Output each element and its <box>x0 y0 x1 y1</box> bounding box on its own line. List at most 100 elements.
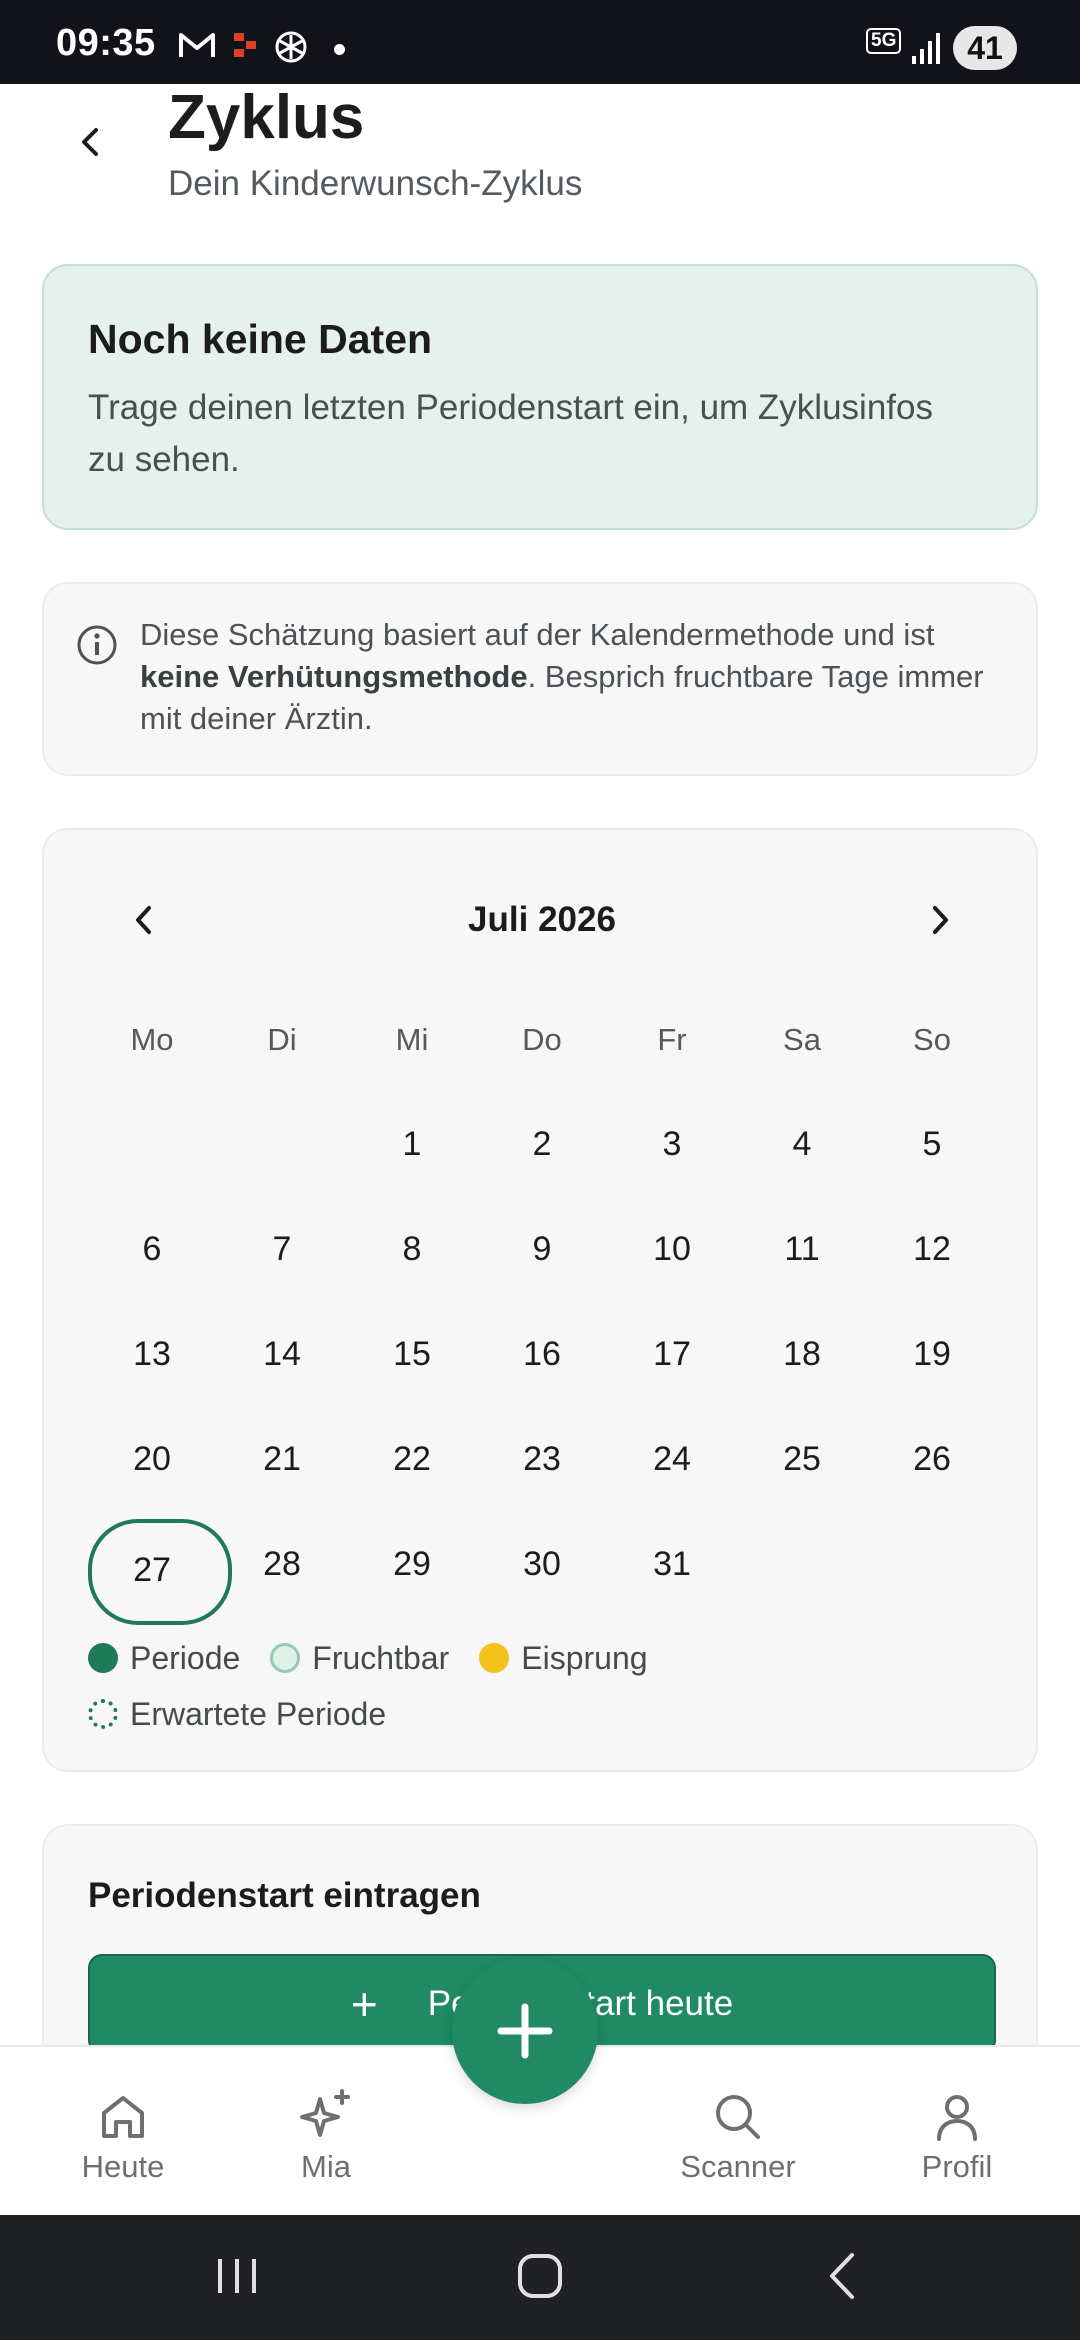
calendar-day-today[interactable]: 27 <box>87 1512 232 1625</box>
calendar-day[interactable]: 12 <box>867 1197 997 1302</box>
disclaimer-text-bold: keine Verhütungsmethode <box>140 659 528 694</box>
calendar-day[interactable]: 29 <box>347 1512 477 1617</box>
chevron-left-icon <box>82 128 98 156</box>
calendar-day[interactable]: 21 <box>217 1407 347 1512</box>
calendar-day-number: 31 <box>653 1545 691 1583</box>
calendar-day-number: 7 <box>272 1230 292 1268</box>
calendar-day[interactable]: 9 <box>477 1197 607 1302</box>
calendar-day-number: 11 <box>784 1230 820 1268</box>
calendar-day[interactable]: 31 <box>607 1512 737 1617</box>
calendar-day[interactable]: 18 <box>737 1302 867 1407</box>
calendar-day-number: 22 <box>393 1440 431 1478</box>
calendar-day-number: 24 <box>653 1440 691 1478</box>
calendar-day-number: 26 <box>913 1440 951 1478</box>
chevron-right-icon <box>933 906 948 934</box>
gmail-icon <box>179 33 215 57</box>
calendar-day[interactable]: 4 <box>737 1092 867 1197</box>
calendar-days-grid: 1 2 3 4 5 6 7 8 9 10 11 12 13 14 15 16 17 18 19 20 21 22 23 24 2… <box>87 1092 997 1625</box>
legend-periode: Periode <box>88 1640 240 1677</box>
calendar-empty-cell <box>217 1092 347 1197</box>
home-button-icon[interactable] <box>515 2251 565 2301</box>
weekday-label: Sa <box>783 1022 821 1057</box>
legend-label: Eisprung <box>521 1639 648 1676</box>
status-bar: 09:35 5G 41 <box>0 0 1080 84</box>
legend-eisprung: Eisprung <box>479 1639 648 1677</box>
calendar-day[interactable]: 20 <box>87 1407 217 1512</box>
calendar-day[interactable]: 22 <box>347 1407 477 1512</box>
nav-item-scanner[interactable]: Scanner <box>648 2077 828 2185</box>
weekday-label: Fr <box>657 1022 687 1057</box>
calendar-day[interactable]: 16 <box>477 1302 607 1407</box>
calendar-day[interactable]: 2 <box>477 1092 607 1197</box>
calendar-day[interactable]: 24 <box>607 1407 737 1512</box>
calendar-day-number: 16 <box>523 1335 561 1373</box>
nav-item-profil[interactable]: Profil <box>867 2077 1047 2185</box>
disclaimer-text-start: Diese Schätzung basiert auf der Kalender… <box>140 617 935 652</box>
calendar-day-number: 21 <box>263 1440 301 1478</box>
calendar-day-number: 23 <box>523 1440 561 1478</box>
add-fab-button[interactable] <box>452 1958 598 2104</box>
calendar-day-number: 29 <box>393 1545 431 1583</box>
page-title: Zyklus <box>168 83 365 152</box>
calendar-day[interactable]: 19 <box>867 1302 997 1407</box>
disclaimer-card: Diese Schätzung basiert auf der Kalender… <box>42 582 1038 776</box>
calendar-legend: Periode Fruchtbar Eisprung Erwartete Per… <box>88 1630 1008 1742</box>
calendar-day[interactable]: 25 <box>737 1407 867 1512</box>
calendar-day[interactable]: 1 <box>347 1092 477 1197</box>
calendar-day[interactable]: 30 <box>477 1512 607 1617</box>
calendar-day-number: 19 <box>913 1335 951 1373</box>
legend-label: Erwartete Periode <box>130 1695 387 1732</box>
info-icon <box>77 625 117 665</box>
nav-label-profil: Profil <box>921 2149 993 2184</box>
page-subtitle: Dein Kinderwunsch-Zyklus <box>168 164 583 203</box>
signal-icon <box>912 33 940 64</box>
back-nav-icon[interactable] <box>822 2251 862 2301</box>
calendar-day-number: 12 <box>913 1230 951 1268</box>
calendar-day[interactable]: 17 <box>607 1302 737 1407</box>
calendar-day-number: 6 <box>142 1230 162 1268</box>
calendar-day[interactable]: 14 <box>217 1302 347 1407</box>
calendar-day[interactable]: 23 <box>477 1407 607 1512</box>
legend-label: Periode <box>130 1639 241 1676</box>
calendar-day-number: 1 <box>402 1125 422 1163</box>
nav-label-scanner: Scanner <box>680 2149 796 2184</box>
calendar-day-number: 2 <box>532 1125 552 1163</box>
calendar-card: Juli 2026 Mo Di Mi Do Fr Sa So 123456789… <box>42 828 1038 1772</box>
nav-item-mia[interactable]: Mia <box>236 2077 416 2185</box>
weekday-label: So <box>913 1022 951 1057</box>
calendar-day[interactable]: 3 <box>607 1092 737 1197</box>
plus-icon <box>497 2003 553 2059</box>
nav-label-mia: Mia <box>301 2149 351 2184</box>
calendar-day-number: 15 <box>393 1335 431 1373</box>
notification-dot <box>334 44 345 55</box>
calendar-day-number: 28 <box>263 1545 301 1583</box>
recent-apps-icon[interactable] <box>214 2251 260 2301</box>
plus-icon: + <box>350 1978 378 2030</box>
calendar-day-number: 9 <box>532 1230 552 1268</box>
calendar-day[interactable]: 15 <box>347 1302 477 1407</box>
period-entry-title: Periodenstart eintragen <box>88 1876 481 1915</box>
calendar-day[interactable]: 10 <box>607 1197 737 1302</box>
battery-indicator: 41 <box>953 26 1017 70</box>
calendar-day-number: 13 <box>133 1335 171 1373</box>
system-navigation-bar <box>0 2215 1080 2340</box>
calendar-day[interactable]: 26 <box>867 1407 997 1512</box>
empty-state-card: Noch keine Daten Trage deinen letzten Pe… <box>42 264 1038 530</box>
calendar-day[interactable]: 7 <box>217 1197 347 1302</box>
calendar-day[interactable]: 11 <box>737 1197 867 1302</box>
status-time: 09:35 <box>56 22 156 64</box>
calendar-day[interactable]: 13 <box>87 1302 217 1407</box>
calendar-day[interactable]: 8 <box>347 1197 477 1302</box>
calendar-day-number: 3 <box>662 1125 682 1163</box>
calendar-day[interactable]: 5 <box>867 1092 997 1197</box>
calendar-day[interactable]: 6 <box>87 1197 217 1302</box>
nav-item-heute[interactable]: Heute <box>33 2077 213 2185</box>
weekday-label: Di <box>267 1022 297 1057</box>
weekday-header: Mo Di Mi Do Fr Sa So <box>87 1022 997 1058</box>
weekday-label: Do <box>522 1022 562 1057</box>
next-month-button[interactable] <box>910 890 970 950</box>
calendar-day[interactable]: 28 <box>217 1512 347 1617</box>
erwartete-periode-dot-icon <box>88 1699 118 1729</box>
back-button[interactable] <box>60 112 120 172</box>
disclaimer-text: Diese Schätzung basiert auf der Kalender… <box>140 614 1020 740</box>
